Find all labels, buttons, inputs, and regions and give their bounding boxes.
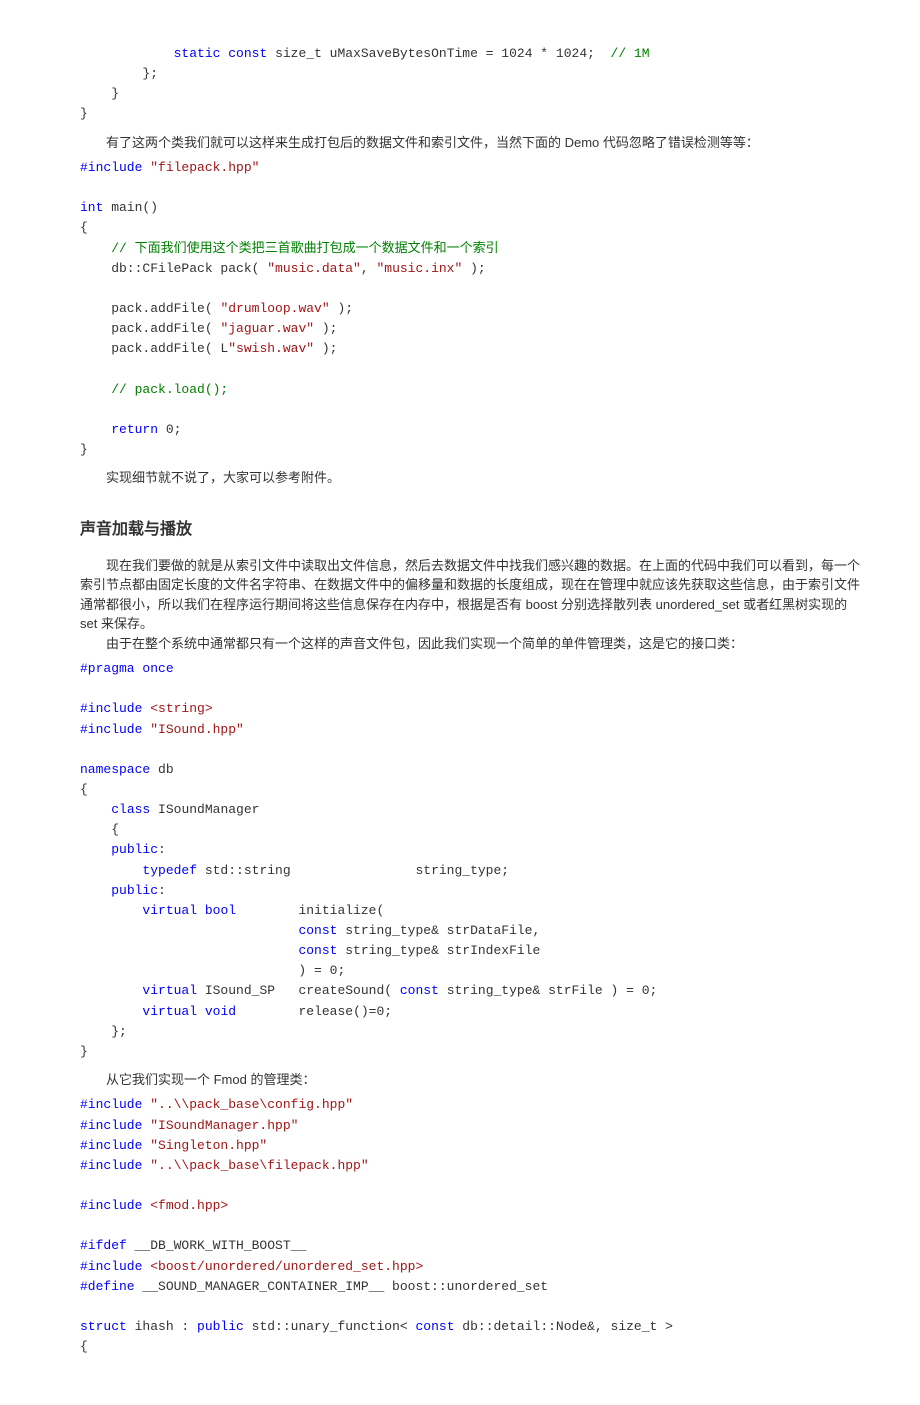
paragraph-4: 由于在整个系统中通常都只有一个这样的声音文件包，因此我们实现一个简单的单件管理类… — [80, 634, 860, 654]
code-line: pack.addFile( L"swish.wav" ); — [80, 341, 337, 356]
code-line: typedef std::string string_type; — [80, 863, 509, 878]
section-title: 声音加载与播放 — [80, 518, 860, 542]
code-line: public: — [80, 842, 166, 857]
code-block-4: #include "..\\pack_base\config.hpp" #inc… — [80, 1095, 860, 1357]
code-line: #include "Singleton.hpp" — [80, 1138, 267, 1153]
code-line: { — [80, 782, 88, 797]
code-line: #include <string> — [80, 701, 213, 716]
code-line: class ISoundManager — [80, 802, 259, 817]
code-line: const string_type& strIndexFile — [80, 943, 540, 958]
code-line: static const size_t uMaxSaveBytesOnTime … — [80, 46, 650, 61]
code-line: virtual bool initialize( — [80, 903, 384, 918]
paragraph-3: 现在我们要做的就是从索引文件中读取出文件信息，然后去数据文件中找我们感兴趣的数据… — [80, 556, 860, 634]
code-line: virtual ISound_SP createSound( const str… — [80, 983, 657, 998]
code-line: virtual void release()=0; — [80, 1004, 392, 1019]
code-block-1: static const size_t uMaxSaveBytesOnTime … — [80, 44, 860, 125]
code-line: { — [80, 822, 119, 837]
code-line: #include <boost/unordered/unordered_set.… — [80, 1259, 423, 1274]
code-block-3: #pragma once #include <string> #include … — [80, 659, 860, 1062]
paragraph-1: 有了这两个类我们就可以这样来生成打包后的数据文件和索引文件，当然下面的 Demo… — [80, 133, 860, 153]
code-line: #define __SOUND_MANAGER_CONTAINER_IMP__ … — [80, 1279, 548, 1294]
code-line: #include <fmod.hpp> — [80, 1198, 228, 1213]
paragraph-5: 从它我们实现一个 Fmod 的管理类： — [80, 1070, 860, 1090]
code-line: #pragma once — [80, 661, 174, 676]
code-line: { — [80, 220, 88, 235]
code-line: return 0; — [80, 422, 181, 437]
code-line: #include "ISound.hpp" — [80, 722, 244, 737]
code-line: #include "..\\pack_base\filepack.hpp" — [80, 1158, 369, 1173]
code-line: }; — [80, 1024, 127, 1039]
code-line: struct ihash : public std::unary_functio… — [80, 1319, 673, 1334]
code-line: public: — [80, 883, 166, 898]
code-line: namespace db — [80, 762, 174, 777]
code-line: // pack.load(); — [80, 382, 228, 397]
code-line: ) = 0; — [80, 963, 345, 978]
code-line: #include "filepack.hpp" — [80, 160, 259, 175]
code-line: #ifdef __DB_WORK_WITH_BOOST__ — [80, 1238, 306, 1253]
code-line: pack.addFile( "drumloop.wav" ); — [80, 301, 353, 316]
code-block-2: #include "filepack.hpp" int main() { // … — [80, 158, 860, 460]
code-line: } — [80, 442, 88, 457]
code-line: db::CFilePack pack( "music.data", "music… — [80, 261, 486, 276]
code-line: } — [80, 106, 88, 121]
code-line: const string_type& strDataFile, — [80, 923, 540, 938]
code-line: }; — [80, 66, 158, 81]
code-line: #include "ISoundManager.hpp" — [80, 1118, 298, 1133]
code-line: int main() — [80, 200, 158, 215]
code-line: #include "..\\pack_base\config.hpp" — [80, 1097, 353, 1112]
code-line: { — [80, 1339, 88, 1354]
code-line: } — [80, 86, 119, 101]
paragraph-2: 实现细节就不说了，大家可以参考附件。 — [80, 468, 860, 488]
code-line: // 下面我们使用这个类把三首歌曲打包成一个数据文件和一个索引 — [80, 241, 499, 256]
code-line: pack.addFile( "jaguar.wav" ); — [80, 321, 337, 336]
code-line: } — [80, 1044, 88, 1059]
